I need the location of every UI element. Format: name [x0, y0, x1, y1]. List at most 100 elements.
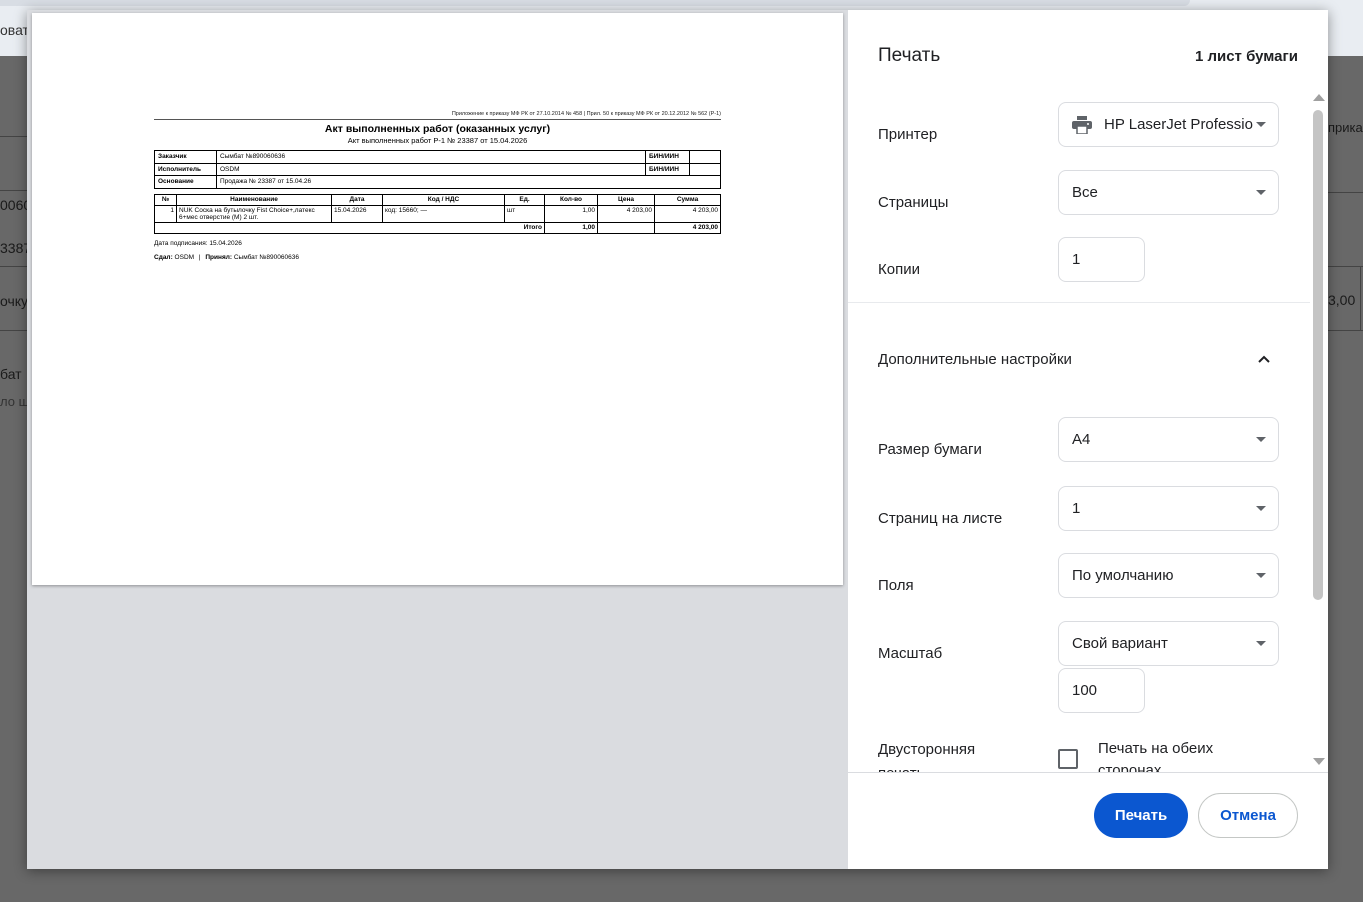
chevron-down-icon: [1256, 573, 1266, 578]
duplex-option-label[interactable]: Печать на обеих сторонах: [1098, 738, 1258, 772]
row-sum: 4 203,00: [654, 204, 721, 223]
scale-select[interactable]: Свой вариант: [1058, 621, 1279, 666]
row-qty: 1,00: [544, 204, 598, 223]
scroll-down-arrow[interactable]: [1313, 758, 1325, 765]
footer-divider: [848, 772, 1328, 773]
background-divider: [0, 266, 30, 267]
row-unit: шт: [504, 204, 545, 223]
parties-table: Заказчик Сымбат №890060636 БИН/ИИН Испол…: [154, 150, 721, 189]
column-header: Сумма: [654, 193, 721, 206]
chevron-down-icon: [1256, 190, 1266, 195]
background-text: бат: [0, 366, 22, 382]
pages-per-sheet-label: Страниц на листе: [878, 510, 1003, 527]
row-price: 4 203,00: [597, 204, 655, 223]
chevron-down-icon: [1256, 506, 1266, 511]
scale-percent-input[interactable]: 100: [1058, 668, 1145, 713]
preview-page[interactable]: Приложение к приказу МФ РК от 27.10.2014…: [32, 13, 843, 585]
signatures: Сдал: OSDM | Принял: Сымбат №890060636: [154, 254, 721, 261]
executor-label: Исполнитель: [154, 162, 217, 176]
document-annex: Приложение к приказу МФ РК от 27.10.2014…: [154, 111, 721, 120]
column-header: Наименование: [176, 193, 332, 206]
column-header: №: [154, 193, 177, 206]
accepted-label: Принял:: [205, 253, 233, 261]
handed-label: Сдал:: [154, 253, 173, 261]
document-title: Акт выполненных работ (оказанных услуг): [324, 123, 551, 135]
column-header: Кол-во: [544, 193, 598, 206]
background-divider: [0, 190, 30, 191]
margins-label: Поля: [878, 577, 914, 594]
executor-row: Исполнитель OSDM БИН/ИИН: [154, 162, 721, 176]
pages-select[interactable]: Все: [1058, 170, 1279, 215]
background-text: приказ: [1328, 120, 1363, 135]
scale-label: Масштаб: [878, 645, 943, 662]
margins-value: По умолчанию: [1072, 567, 1174, 584]
background-divider: [1328, 266, 1363, 267]
chevron-down-icon: [1256, 641, 1266, 646]
bin-label: БИН/ИИН: [645, 150, 690, 164]
print-preview: Приложение к приказу МФ РК от 27.10.2014…: [27, 10, 848, 869]
settings-panel: Печать 1 лист бумаги Принтер HP LaserJet…: [848, 10, 1328, 869]
document-subtitle: Акт выполненных работ Р-1 № 23387 от 15.…: [347, 136, 528, 145]
handed-value: OSDM: [174, 253, 195, 261]
basis-value: Продажа № 23387 от 15.04.26: [216, 175, 721, 189]
duplex-checkbox[interactable]: [1058, 749, 1078, 769]
copies-label: Копии: [878, 261, 920, 278]
margins-select[interactable]: По умолчанию: [1058, 553, 1279, 598]
dialog-title: Печать: [878, 45, 941, 66]
pages-per-sheet-value: 1: [1072, 500, 1081, 517]
scale-value: Свой вариант: [1072, 635, 1168, 652]
paper-size-value: A4: [1072, 431, 1091, 448]
printer-select[interactable]: HP LaserJet Professio: [1058, 102, 1279, 147]
scrollbar-thumb[interactable]: [1313, 110, 1323, 600]
background-text: 3,00: [1328, 292, 1356, 308]
customer-row: Заказчик Сымбат №890060636 БИН/ИИН: [154, 150, 721, 164]
total-label: Итого: [154, 221, 545, 234]
total-empty: [597, 221, 655, 234]
sheet-count: 1 лист бумаги: [1194, 48, 1298, 65]
more-settings-label[interactable]: Дополнительные настройки: [878, 351, 1072, 368]
table-row: 1 NUK Соска на бутылочку Fist Choice+,ла…: [154, 204, 721, 223]
total-row: Итого 1,00 4 203,00: [154, 221, 721, 234]
print-button[interactable]: Печать: [1094, 793, 1188, 838]
accepted-value: Сымбат №890060636: [233, 253, 299, 261]
copies-input[interactable]: 1: [1058, 237, 1145, 282]
print-dialog: Приложение к приказу МФ РК от 27.10.2014…: [27, 10, 1328, 869]
total-qty: 1,00: [544, 221, 598, 234]
total-sum: 4 203,00: [654, 221, 721, 234]
background-address-bar: [0, 0, 1190, 6]
section-divider: [848, 302, 1310, 303]
chevron-down-icon: [1256, 437, 1266, 442]
customer-value: Сымбат №890060636: [216, 150, 646, 164]
background-divider: [1360, 266, 1361, 330]
background-divider: [1328, 192, 1363, 193]
paper-size-select[interactable]: A4: [1058, 417, 1279, 462]
column-header: Дата: [331, 193, 383, 206]
duplex-label: Двусторонняя печать: [878, 741, 976, 772]
background-divider: [1328, 330, 1363, 331]
paper-size-label: Размер бумаги: [878, 441, 982, 458]
row-date: 15.04.2026: [331, 204, 383, 223]
background-divider: [0, 136, 30, 137]
executor-value: OSDM: [216, 162, 646, 176]
scroll-up-arrow[interactable]: [1313, 94, 1325, 101]
background-text: очку: [0, 293, 29, 309]
settings-scroll-area: Принтер HP LaserJet Professio Страницы В…: [848, 90, 1328, 772]
chevron-down-icon: [1256, 122, 1266, 127]
cancel-button[interactable]: Отмена: [1198, 793, 1298, 838]
bin-value: [689, 162, 721, 176]
column-header: Код / НДС: [382, 193, 505, 206]
chevron-up-icon[interactable]: [1258, 353, 1270, 365]
background-text: ло ш: [0, 394, 30, 409]
bin-label: БИН/ИИН: [645, 162, 690, 176]
printer-label: Принтер: [878, 126, 938, 143]
column-header: Цена: [597, 193, 655, 206]
bin-value: [689, 150, 721, 164]
row-number: 1: [154, 204, 177, 223]
row-name: NUK Соска на бутылочку Fist Choice+,лате…: [176, 204, 332, 223]
basis-row: Основание Продажа № 23387 от 15.04.26: [154, 175, 721, 189]
background-divider: [0, 330, 30, 331]
printer-value: HP LaserJet Professio: [1104, 116, 1253, 133]
pages-per-sheet-select[interactable]: 1: [1058, 486, 1279, 531]
table-header: № Наименование Дата Код / НДС Ед. Кол-во…: [154, 193, 721, 206]
items-table: № Наименование Дата Код / НДС Ед. Кол-во…: [154, 193, 721, 234]
